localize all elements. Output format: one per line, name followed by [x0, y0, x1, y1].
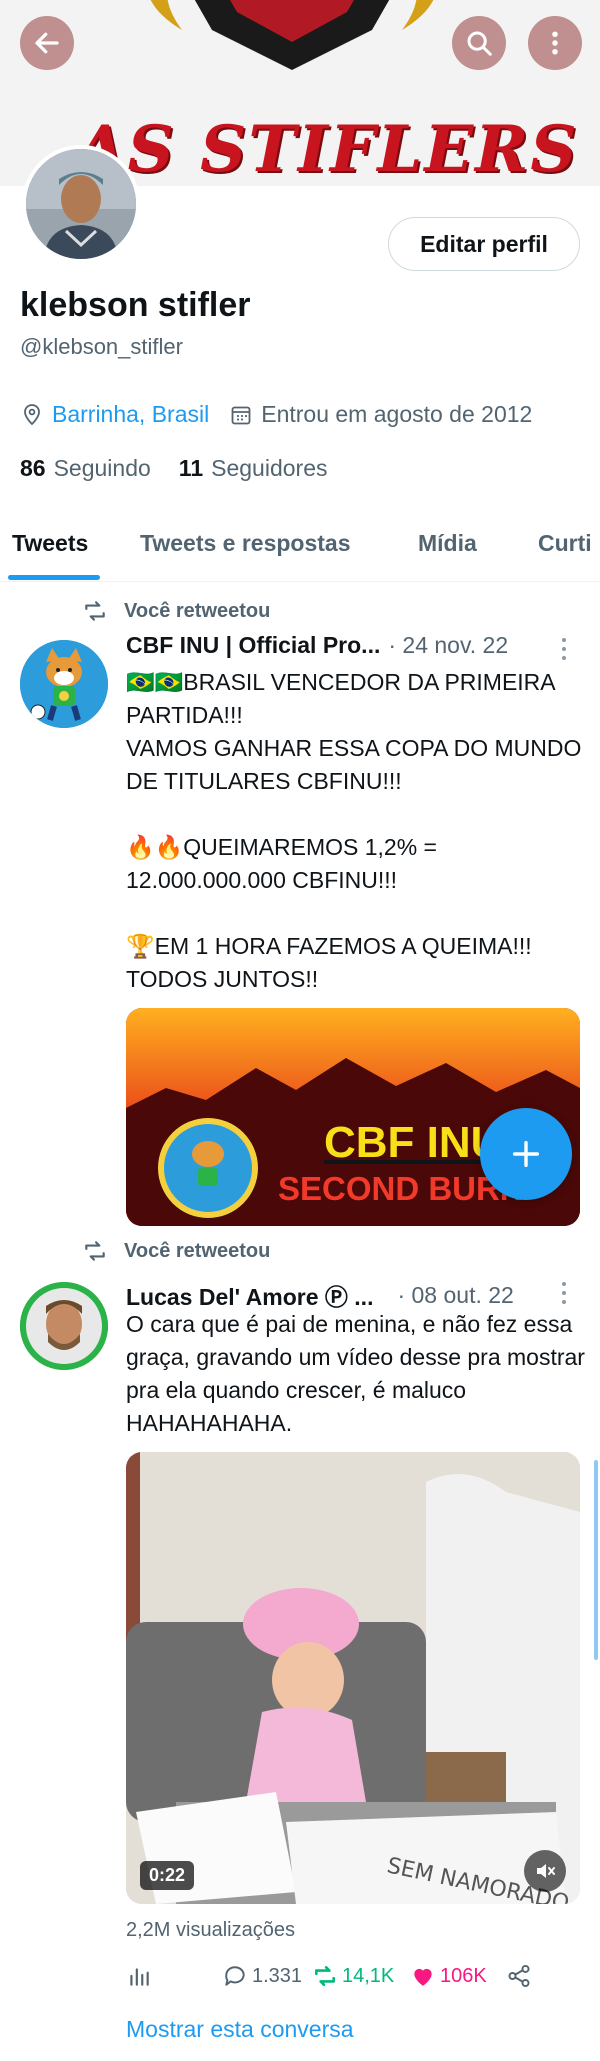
volume-muted-icon	[537, 1864, 555, 1878]
tweet-header: CBF INU | Official Pro... · 24 nov. 22	[126, 632, 508, 659]
tweet-author-avatar[interactable]	[20, 640, 108, 728]
tweet-author-avatar[interactable]	[20, 1282, 108, 1370]
tab-tweets-and-replies[interactable]: Tweets e respostas	[140, 530, 351, 557]
analytics-icon	[130, 1968, 149, 1986]
more-options-button[interactable]	[528, 16, 582, 70]
retweet-label: Você retweetou	[124, 1239, 271, 1262]
retweet-icon	[315, 1966, 335, 1986]
profile-location[interactable]: Barrinha, Brasil	[52, 401, 209, 428]
reply-icon	[225, 1966, 245, 1986]
back-button[interactable]	[20, 16, 74, 70]
tweet-actions: 1.331 14,1K 106K	[126, 1959, 566, 1995]
follow-stats: 86 Seguindo 11 Seguidores	[20, 455, 327, 482]
mute-button[interactable]	[524, 1850, 566, 1892]
show-conversation-link[interactable]: Mostrar esta conversa	[126, 2016, 354, 2043]
tweet-video[interactable]: SEM NAMORADO 0:22	[126, 1452, 580, 1904]
following-link[interactable]: 86 Seguindo	[20, 455, 151, 482]
retweet-context: Você retweetou	[82, 598, 270, 624]
arrow-left-icon	[35, 32, 59, 54]
tweet-date[interactable]: · 08 out. 22	[397, 1282, 513, 1309]
reply-count: 1.331	[252, 1964, 303, 1987]
video-duration: 0:22	[140, 1861, 195, 1890]
share-button[interactable]	[506, 1963, 532, 1989]
followers-count: 11	[178, 455, 204, 481]
profile-joined-date: Entrou em agosto de 2012	[261, 401, 533, 427]
shiba-avatar-image	[20, 640, 108, 728]
retweet-icon	[85, 1241, 105, 1261]
banner-title: AS STIFLERS	[76, 112, 579, 186]
tab-likes[interactable]: Curti	[538, 530, 592, 557]
reply-button[interactable]: 1.331	[222, 1963, 302, 1989]
following-label: Seguindo	[53, 455, 151, 481]
search-button[interactable]	[452, 16, 506, 70]
lucas-avatar-image	[20, 1282, 108, 1370]
tweet-more-icon[interactable]	[554, 1280, 574, 1306]
tab-media[interactable]: Mídia	[418, 530, 477, 557]
tweet-text: 🇧🇷🇧🇷BRASIL VENCEDOR DA PRIMEIRA PARTIDA!…	[126, 669, 582, 992]
profile-tabs: Tweets Tweets e respostas Mídia Curti	[0, 520, 600, 582]
profile-handle: @klebson_stifler	[20, 334, 183, 359]
location-icon	[24, 403, 40, 425]
tweet-more-icon[interactable]	[554, 636, 574, 662]
heart-icon	[414, 1968, 432, 1986]
media-title-cbf-inu: CBF INU	[324, 1118, 503, 1167]
edit-profile-button[interactable]: Editar perfil	[388, 217, 580, 271]
share-icon	[508, 1964, 530, 1988]
video-thumbnail: SEM NAMORADO	[126, 1452, 580, 1904]
tweet-header: Lucas Del' Amore Ⓟ ... · 08 out. 22	[126, 1278, 514, 1312]
analytics-button[interactable]	[126, 1963, 152, 1989]
more-vertical-icon	[552, 31, 558, 55]
retweet-button[interactable]: 14,1K	[312, 1963, 394, 1989]
profile-avatar[interactable]	[22, 145, 140, 263]
compose-tweet-button[interactable]	[480, 1108, 572, 1200]
profile-name: klebson stifler	[20, 286, 251, 324]
retweet-context: Você retweetou	[82, 1238, 270, 1264]
tweet-text: O cara que é pai de menina, e não fez es…	[126, 1311, 592, 1436]
avatar-image	[26, 149, 136, 259]
retweet-label: Você retweetou	[124, 599, 271, 622]
view-count: 2,2M visualizações	[126, 1919, 295, 1941]
scrollbar[interactable]	[594, 1460, 598, 1660]
followers-label: Seguidores	[211, 455, 328, 481]
following-count: 86	[20, 455, 46, 481]
calendar-icon	[231, 406, 251, 424]
active-tab-indicator	[8, 575, 100, 580]
retweet-count: 14,1K	[342, 1964, 395, 1987]
like-button[interactable]: 106K	[410, 1963, 487, 1989]
followers-link[interactable]: 11 Seguidores	[179, 455, 328, 482]
tweet-author-name[interactable]: CBF INU | Official Pro...	[126, 632, 380, 659]
tweet-date[interactable]: · 24 nov. 22	[388, 632, 508, 659]
search-icon	[467, 31, 492, 56]
tab-tweets[interactable]: Tweets	[12, 530, 88, 557]
plus-icon	[512, 1140, 540, 1168]
tweet-author-name[interactable]: Lucas Del' Amore Ⓟ ...	[126, 1278, 373, 1312]
banner-emblem	[150, 0, 434, 70]
retweet-icon	[85, 601, 105, 621]
profile-meta: Barrinha, Brasil Entrou em agosto de 201…	[20, 401, 532, 428]
like-count: 106K	[440, 1964, 487, 1987]
